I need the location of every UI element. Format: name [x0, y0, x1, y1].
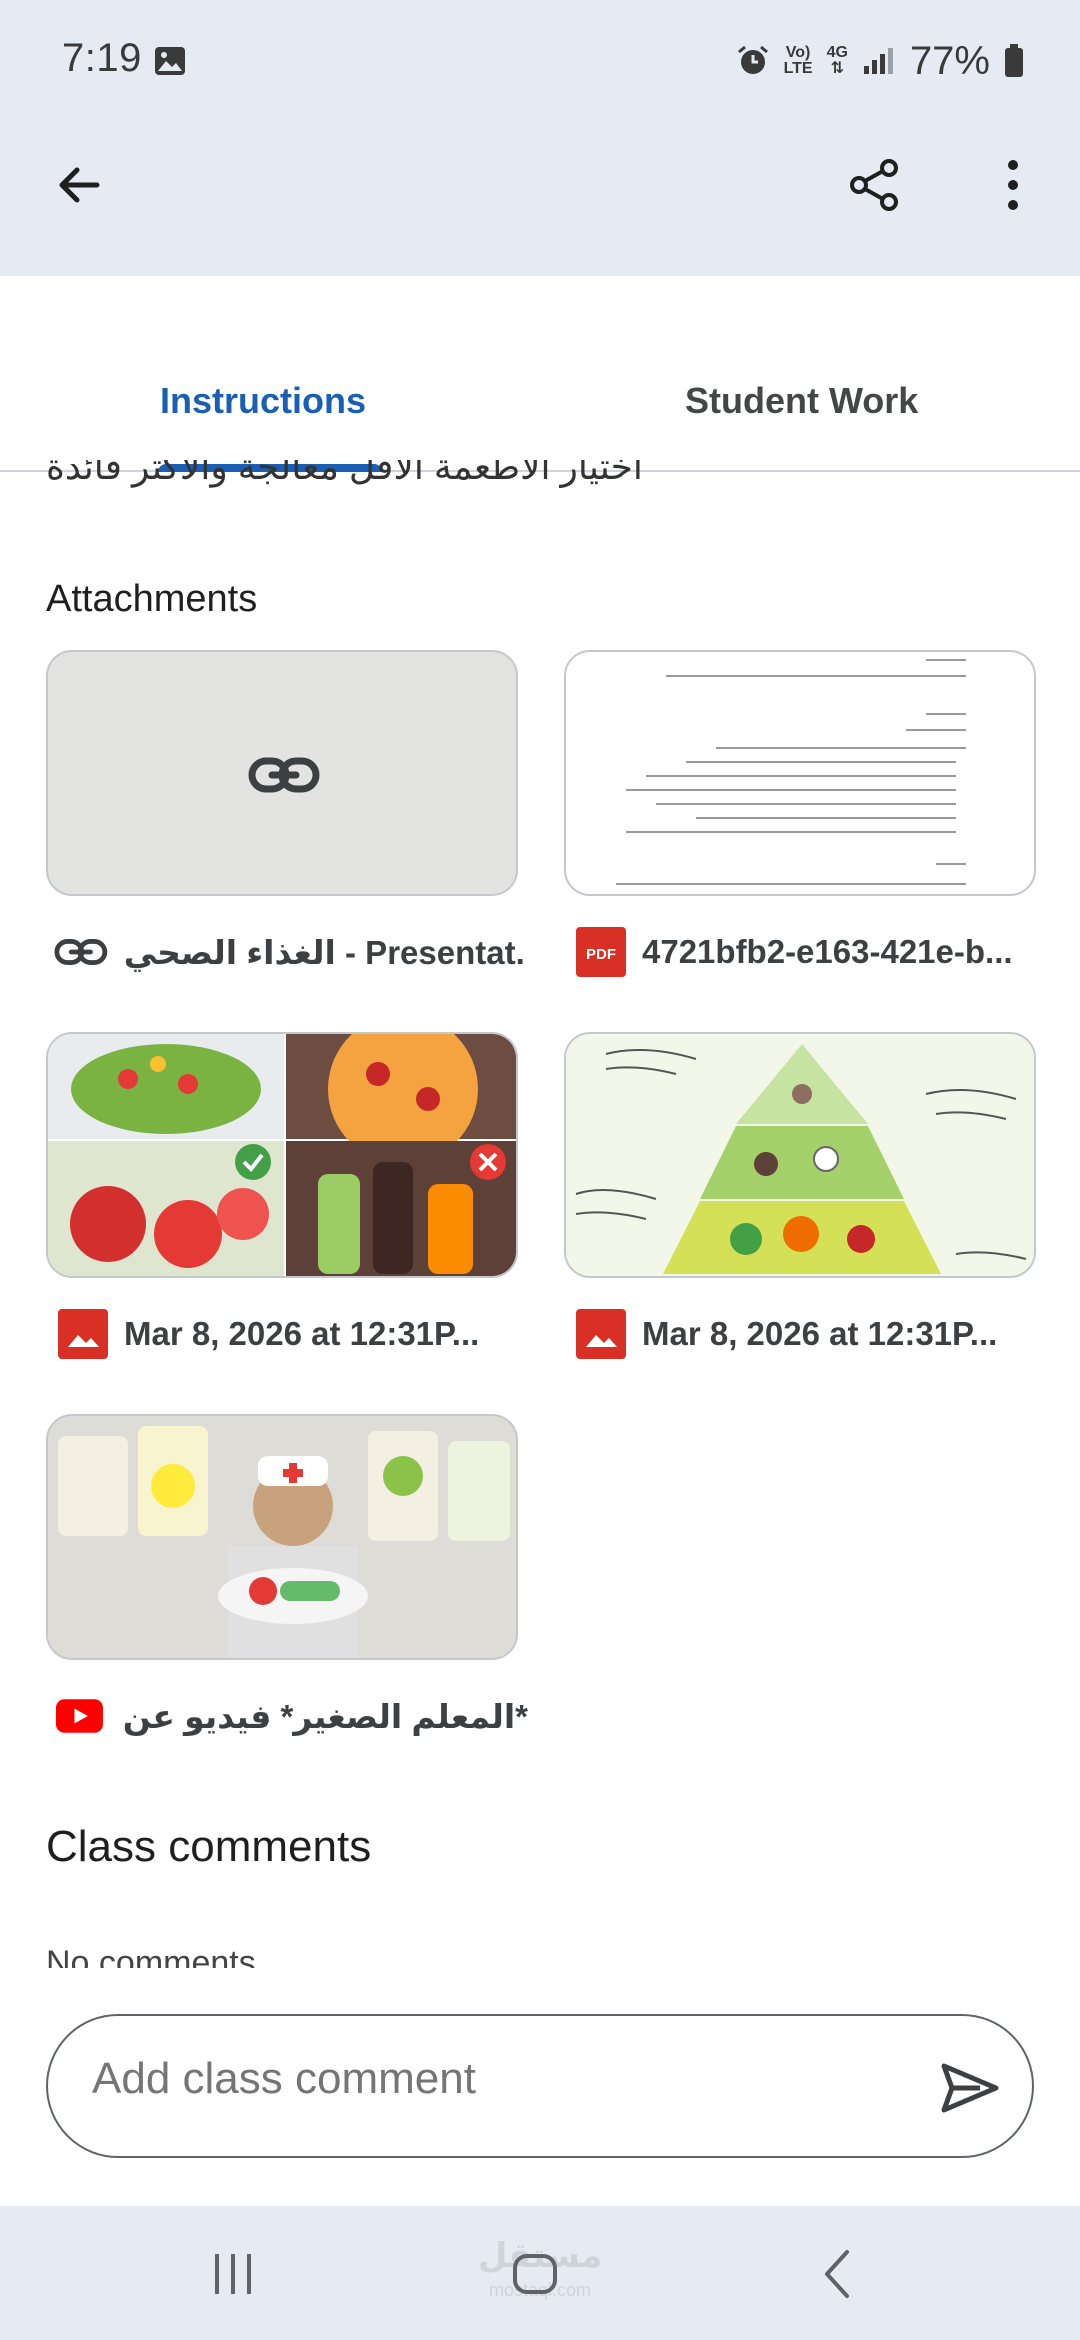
svg-text:PDF: PDF — [586, 946, 616, 963]
send-comment-button[interactable] — [934, 2052, 1006, 2124]
attachment-link-thumbnail[interactable] — [46, 650, 518, 896]
attachment-image-thumbnail[interactable] — [564, 1032, 1036, 1278]
tab-student-work[interactable]: Student Work — [685, 380, 918, 470]
battery-icon — [1005, 44, 1023, 77]
attachment-pdf-thumbnail[interactable] — [564, 650, 1036, 896]
attachment-title: Mar 8, 2026 at 12:31P... — [124, 1315, 480, 1352]
attachment-link-caption[interactable]: الغذاء الصحي - Presentat... — [54, 924, 526, 980]
share-icon — [850, 159, 898, 211]
network-type-indicator: 4G ⇅ — [826, 44, 848, 77]
volte-indicator: Vo) LTE — [783, 44, 813, 77]
battery-percent: 77% — [909, 38, 990, 83]
attachment-image-caption[interactable]: Mar 8, 2026 at 12:31P... — [576, 1306, 1048, 1362]
status-bar: 7:19 Vo) LTE 4G ⇅ 77% — [0, 0, 1080, 120]
attachment-title: Mar 8, 2026 at 12:31P... — [642, 1315, 998, 1352]
attachment-title: الغذاء الصحي - Presentat... — [123, 933, 526, 971]
attachment-title: 4721bfb2-e163-421e-b... — [642, 933, 1013, 970]
image-file-icon — [576, 1309, 626, 1359]
send-icon — [941, 2063, 999, 2113]
attachment-pdf-caption[interactable]: PDF 4721bfb2-e163-421e-b... — [576, 924, 1048, 980]
link-icon — [248, 757, 320, 793]
pdf-page-preview — [616, 659, 966, 885]
back-button[interactable] — [34, 140, 124, 230]
chevron-left-icon — [825, 2250, 849, 2298]
assignment-description: اختيار الاطعمة الاقل معالجة والاكثر فائد… — [46, 460, 643, 487]
status-right: Vo) LTE 4G ⇅ 77% — [736, 36, 1024, 86]
signal-icon — [863, 48, 893, 74]
video-thumbnail-image — [48, 1416, 516, 1658]
class-comments-heading: Class comments — [46, 1822, 372, 1871]
link-icon — [54, 939, 108, 965]
system-nav-bar: مستقل mostaql.com — [0, 2206, 1080, 2340]
attachments-heading: Attachments — [46, 578, 258, 620]
recent-apps-icon — [215, 2254, 251, 2294]
attachment-image-thumbnail[interactable] — [46, 1032, 518, 1278]
tab-instructions[interactable]: Instructions — [160, 380, 366, 470]
no-comments-text: No comments — [46, 1948, 256, 1968]
attachment-image-caption[interactable]: Mar 8, 2026 at 12:31P... — [58, 1306, 530, 1362]
share-button[interactable] — [830, 140, 920, 230]
arrow-back-icon — [59, 167, 100, 203]
gallery-notification-icon — [155, 47, 185, 75]
home-button[interactable] — [490, 2242, 580, 2306]
top-chrome: 7:19 Vo) LTE 4G ⇅ 77% — [0, 0, 1080, 276]
comment-input[interactable] — [92, 2054, 912, 2104]
more-options-button[interactable] — [968, 140, 1058, 230]
attachment-video-thumbnail[interactable] — [46, 1414, 518, 1660]
youtube-icon — [56, 1699, 103, 1733]
more-vert-icon — [1008, 160, 1018, 210]
food-collage-image — [48, 1034, 516, 1276]
attachment-title: *المعلم الصغير* فيديو عن الغ... — [119, 1697, 528, 1735]
recent-apps-button[interactable] — [188, 2242, 278, 2306]
tab-bar: Instructions Student Work — [0, 276, 1080, 472]
alarm-icon — [737, 45, 768, 74]
system-back-button[interactable] — [794, 2242, 884, 2306]
attachment-video-caption[interactable]: *المعلم الصغير* فيديو عن الغ... — [56, 1688, 528, 1744]
image-file-icon — [58, 1309, 108, 1359]
pdf-file-icon: PDF — [576, 927, 626, 977]
home-icon — [513, 2254, 557, 2294]
status-time: 7:19 — [62, 36, 142, 80]
food-pyramid-image — [575, 1044, 1027, 1274]
add-comment-bar — [46, 2014, 1034, 2158]
